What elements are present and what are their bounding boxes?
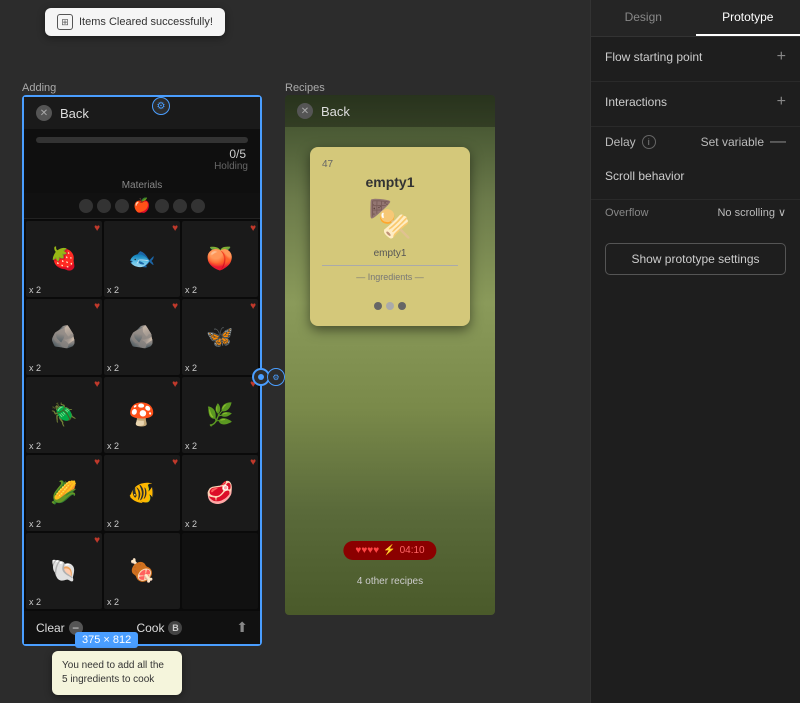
- tab-design[interactable]: Design: [591, 0, 696, 36]
- grid-cell[interactable]: 🍓x 2♥: [26, 221, 102, 297]
- grid-cell[interactable]: 🌿x 2♥: [182, 377, 258, 453]
- delay-label: Delay: [605, 135, 636, 149]
- holding-count: 0/5: [36, 147, 248, 161]
- panel-tabs: Design Prototype: [591, 0, 800, 37]
- flow-starting-point-section: Flow starting point +: [591, 37, 800, 82]
- set-variable-label: Set variable: [701, 135, 764, 149]
- materials-icons-row: 🍎: [24, 193, 260, 219]
- holding-label: Holding: [36, 161, 248, 172]
- mat-icon-5: [173, 199, 187, 213]
- frame-settings-dot[interactable]: ⚙: [152, 97, 170, 115]
- phone-header: ✕ Back: [24, 97, 260, 129]
- recipe-timer-bar: ♥♥♥♥ ⚡ 04:10: [343, 541, 436, 560]
- b-badge: B: [168, 621, 182, 635]
- scroll-behavior-title: Scroll behavior: [605, 169, 684, 183]
- grid-cell[interactable]: 🪨x 2♥: [26, 299, 102, 375]
- overflow-label: Overflow: [605, 207, 648, 219]
- flow-title: Flow starting point: [605, 50, 702, 64]
- scroll-behavior-section: Scroll behavior: [591, 157, 800, 200]
- info-icon[interactable]: i: [642, 135, 656, 149]
- mat-icon-2: [97, 199, 111, 213]
- recipe-emoji: 🍢: [322, 198, 458, 240]
- interactions-add-button[interactable]: +: [777, 94, 786, 110]
- close-button[interactable]: ✕: [36, 105, 52, 121]
- recipe-name: empty1: [322, 174, 458, 190]
- interactions-section: Interactions +: [591, 82, 800, 127]
- timer-value: 04:10: [400, 545, 425, 556]
- tooltip-box: You need to add all the 5 ingredients to…: [52, 651, 182, 695]
- grid-cell[interactable]: 🐠x 2♥: [104, 455, 180, 531]
- grid-cell[interactable]: 🐟x 2♥: [104, 221, 180, 297]
- interaction-delay-row: Delay i Set variable —: [591, 127, 800, 157]
- heart-icons: ♥♥♥♥: [355, 545, 379, 556]
- ingredients-label: — Ingredients —: [322, 272, 458, 282]
- cook-button[interactable]: Cook B: [136, 621, 182, 635]
- recipe-close[interactable]: ✕: [297, 103, 313, 119]
- tab-prototype[interactable]: Prototype: [696, 0, 800, 36]
- interaction-remove-button[interactable]: —: [770, 133, 786, 151]
- mat-icon-3: [115, 199, 129, 213]
- recipe-subname: empty1: [322, 248, 458, 259]
- scroll-behavior-header: Scroll behavior: [605, 169, 786, 183]
- grid-cell[interactable]: 🍑x 2♥: [182, 221, 258, 297]
- set-variable-item: Set variable —: [701, 133, 786, 151]
- overflow-dropdown[interactable]: No scrolling ∨: [717, 206, 786, 219]
- dropdown-arrow: ∨: [778, 206, 786, 219]
- mat-icon-4: [155, 199, 169, 213]
- back-button[interactable]: Back: [60, 106, 89, 121]
- grid-cell: [182, 533, 258, 609]
- gear-dot-right[interactable]: ⚙: [267, 368, 285, 386]
- cook-text: Cook: [136, 621, 164, 635]
- grid-cell[interactable]: 🍖x 2: [104, 533, 180, 609]
- recipe-number: 47: [322, 159, 458, 170]
- share-icon[interactable]: ⬆: [236, 619, 248, 636]
- canvas-area: ⊞ Items Cleared successfully! Adding ✕ B…: [0, 0, 590, 703]
- mat-icon-6: [191, 199, 205, 213]
- recipe-background: ✕ Back 47 empty1 🍢 empty1 — Ingredients …: [285, 95, 495, 615]
- overflow-value: No scrolling: [717, 207, 774, 219]
- adding-label: Adding: [22, 82, 56, 94]
- show-prototype-settings-button[interactable]: Show prototype settings: [605, 243, 786, 275]
- grid-cell[interactable]: 🐚x 2♥: [26, 533, 102, 609]
- phone-frame-adding: ✕ Back 0/5 Holding Materials 🍎 🍓x 2♥ 🐟x …: [22, 95, 262, 646]
- toast-notification: ⊞ Items Cleared successfully!: [45, 8, 225, 36]
- toast-icon: ⊞: [57, 14, 73, 30]
- materials-label: Materials: [24, 176, 260, 193]
- flow-header: Flow starting point +: [605, 49, 786, 65]
- overflow-row: Overflow No scrolling ∨: [591, 200, 800, 229]
- grid-cell[interactable]: 🪲x 2♥: [26, 377, 102, 453]
- holding-section: 0/5 Holding: [24, 129, 260, 176]
- grid-cell[interactable]: 🪨x 2♥: [104, 299, 180, 375]
- recipes-label: Recipes: [285, 82, 325, 94]
- back-text: Back: [60, 106, 89, 121]
- toast-text: Items Cleared successfully!: [79, 16, 213, 28]
- clear-text: Clear: [36, 621, 65, 635]
- recipe-header: ✕ Back: [285, 95, 495, 127]
- recipes-frame: ✕ Back 47 empty1 🍢 empty1 — Ingredients …: [285, 95, 495, 615]
- dimension-badge: 375 × 812: [75, 632, 138, 648]
- mat-icon-apple: 🍎: [133, 197, 150, 214]
- interactions-title: Interactions: [605, 95, 667, 109]
- grid-cell[interactable]: 🍄x 2♥: [104, 377, 180, 453]
- flow-add-button[interactable]: +: [777, 49, 786, 65]
- right-panel: Design Prototype Flow starting point + I…: [590, 0, 800, 703]
- delay-item: Delay i: [605, 135, 656, 149]
- other-recipes: 4 other recipes: [357, 576, 423, 587]
- phone-footer: Clear − Cook B ⬆: [24, 611, 260, 644]
- interactions-header: Interactions +: [605, 94, 786, 110]
- grid-cell[interactable]: 🥩x 2♥: [182, 455, 258, 531]
- tooltip-text: You need to add all the 5 ingredients to…: [62, 660, 164, 685]
- recipe-card: 47 empty1 🍢 empty1 — Ingredients —: [310, 147, 470, 326]
- grid-cell[interactable]: 🦋x 2♥: [182, 299, 258, 375]
- mat-icon-1: [79, 199, 93, 213]
- recipe-back: Back: [321, 104, 350, 119]
- items-grid: 🍓x 2♥ 🐟x 2♥ 🍑x 2♥ 🪨x 2♥ 🪨x 2♥ 🦋x 2♥ 🪲x 2…: [24, 219, 260, 611]
- timer-icon: ⚡: [383, 545, 395, 556]
- grid-cell[interactable]: 🌽x 2♥: [26, 455, 102, 531]
